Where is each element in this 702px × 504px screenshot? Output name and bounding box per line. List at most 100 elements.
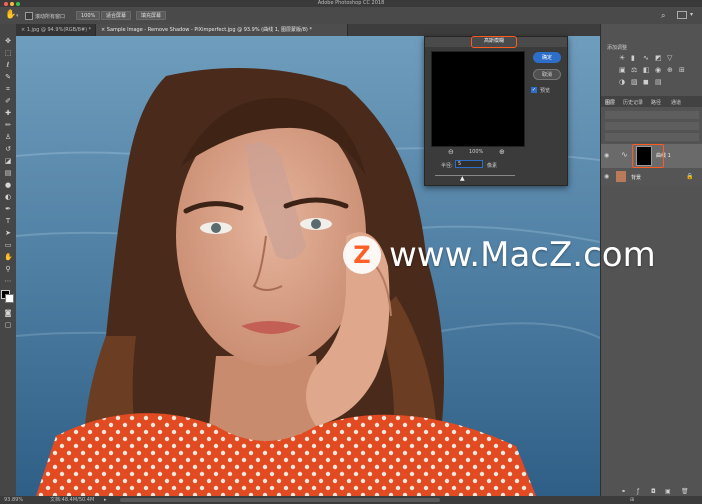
clone-stamp-tool-icon[interactable]: ♙ xyxy=(4,134,12,141)
healing-brush-tool-icon[interactable]: ✚ xyxy=(4,110,12,117)
watermark-text: www.MacZ.com xyxy=(389,235,656,275)
marquee-tool-icon[interactable]: ⬚ xyxy=(4,50,12,57)
visibility-eye-icon[interactable]: ◉ xyxy=(604,173,609,180)
lock-row[interactable] xyxy=(605,133,699,141)
path-select-tool-icon[interactable]: ➤ xyxy=(4,230,12,237)
workspace-chevron-icon[interactable]: ▾ xyxy=(690,11,693,18)
dialog-title: 高斯模糊 xyxy=(471,36,517,48)
shape-tool-icon[interactable]: ▭ xyxy=(4,242,12,249)
status-arrow-icon[interactable]: ▸ xyxy=(104,496,107,504)
lasso-tool-icon[interactable]: ℓ xyxy=(4,62,12,69)
link-layers-icon[interactable]: ⚭ xyxy=(621,488,626,495)
trash-icon[interactable]: 🗑 xyxy=(681,488,689,495)
more-tools-icon[interactable]: ⋯ xyxy=(4,278,12,285)
hue-sat-adjust-icon[interactable]: ▣ xyxy=(619,66,626,74)
cancel-button[interactable]: 取消 xyxy=(533,69,561,80)
tab-document-1[interactable]: × 1.jpg @ 94.9%(RGB/8#) * xyxy=(16,24,96,36)
gradient-map-adjust-icon[interactable]: ▤ xyxy=(655,78,662,86)
curves-adjust-icon[interactable]: ∿ xyxy=(643,54,649,62)
black-white-adjust-icon[interactable]: ◧ xyxy=(643,66,650,74)
fx-icon[interactable]: ƒ xyxy=(637,488,639,495)
adjustment-icons-grid: ☀ ▮ ∿ ◩ ▽ ▣ ⚖ ◧ ◉ ⊕ ⊞ ◑ ▨ ◼ ▤ xyxy=(619,54,699,94)
hand-tool-icon[interactable]: ✋ xyxy=(5,10,16,20)
scroll-all-windows-checkbox[interactable] xyxy=(25,12,33,20)
blur-tool-icon[interactable]: ● xyxy=(4,182,12,189)
radius-label: 半径: xyxy=(441,163,453,169)
status-zoom[interactable]: 93.89% xyxy=(4,496,23,504)
move-tool-icon[interactable]: ✥ xyxy=(4,38,12,45)
scroll-all-windows-label: 滚动所有窗口 xyxy=(35,14,66,20)
color-balance-adjust-icon[interactable]: ⚖ xyxy=(631,66,637,74)
quick-mask-icon[interactable]: ◙ xyxy=(4,310,12,317)
layer-filter-row[interactable] xyxy=(605,111,699,119)
zoom-100-button[interactable]: 100% xyxy=(76,11,101,20)
watermark: Z www.MacZ.com xyxy=(343,232,683,280)
eyedropper-tool-icon[interactable]: ✐ xyxy=(4,98,12,105)
type-tool-icon[interactable]: T xyxy=(4,218,12,225)
background-layer-thumbnail xyxy=(616,171,626,182)
blend-mode-row[interactable] xyxy=(605,122,699,130)
radius-slider-track[interactable] xyxy=(435,175,515,176)
crop-tool-icon[interactable]: ⌗ xyxy=(4,86,12,93)
tab-document-2[interactable]: × Sample Image - Remove Shadow - PiXimpe… xyxy=(96,24,348,36)
layer-name-background: 背景 xyxy=(631,175,642,181)
brush-tool-icon[interactable]: ✏ xyxy=(4,122,12,129)
tab-layers[interactable]: 图层 xyxy=(605,99,615,106)
horizontal-scrollbar[interactable] xyxy=(120,498,440,502)
panel-collapse-icon[interactable]: ⊞ xyxy=(630,496,634,504)
vibrance-adjust-icon[interactable]: ▽ xyxy=(667,54,672,62)
layers-footer: ⚭ ƒ ◘ ▣ 🗑 xyxy=(601,486,702,496)
maximize-window-icon[interactable] xyxy=(16,1,20,6)
mask-highlight-box xyxy=(632,144,664,168)
tool-preset-chevron-icon[interactable]: ▾ xyxy=(16,13,19,19)
zoom-out-icon[interactable]: ⊖ xyxy=(448,148,454,156)
status-document-size: 文档:48.4M/50.4M xyxy=(50,497,95,503)
history-brush-tool-icon[interactable]: ↺ xyxy=(4,146,12,153)
exposure-adjust-icon[interactable]: ◩ xyxy=(655,54,662,62)
screen-mode-icon[interactable]: ▢ xyxy=(4,322,12,329)
curves-layer-icon: ∿ xyxy=(621,150,628,159)
workspace-icon[interactable] xyxy=(677,11,687,19)
ok-button[interactable]: 确定 xyxy=(533,52,561,63)
preview-zoom-value: 100% xyxy=(469,149,484,155)
search-icon[interactable]: ⌕ xyxy=(661,11,665,21)
watermark-logo: Z xyxy=(343,236,381,274)
mask-icon[interactable]: ◘ xyxy=(651,488,656,495)
layer-row-background[interactable]: ◉ 背景 🔒 xyxy=(601,168,702,186)
options-bar: ✋ ▾ 滚动所有窗口 100% 适合屏幕 填充屏幕 ⌕ ▾ xyxy=(0,7,702,25)
gradient-tool-icon[interactable]: ▤ xyxy=(4,170,12,177)
tab-channels[interactable]: 通道 xyxy=(671,99,681,106)
blur-preview-area[interactable] xyxy=(431,51,525,147)
minimize-window-icon[interactable] xyxy=(10,1,14,6)
levels-adjust-icon[interactable]: ▮ xyxy=(631,54,635,62)
visibility-eye-icon[interactable]: ◉ xyxy=(604,152,609,159)
posterize-adjust-icon[interactable]: ▨ xyxy=(631,78,638,86)
lock-icon: 🔒 xyxy=(686,173,694,180)
document-tabs: × 1.jpg @ 94.9%(RGB/8#) * × Sample Image… xyxy=(16,24,600,36)
brightness-adjust-icon[interactable]: ☀ xyxy=(619,54,625,62)
zoom-tool-icon[interactable]: ⚲ xyxy=(4,266,12,273)
new-layer-icon[interactable]: ▣ xyxy=(665,488,671,495)
channel-mixer-adjust-icon[interactable]: ⊕ xyxy=(667,66,673,74)
invert-adjust-icon[interactable]: ◑ xyxy=(619,78,625,86)
tab-history[interactable]: 历史记录 xyxy=(623,99,643,106)
preview-checkbox[interactable]: ✓ xyxy=(531,87,537,93)
preview-label: 预览 xyxy=(540,88,551,94)
threshold-adjust-icon[interactable]: ◼ xyxy=(643,78,649,86)
photo-filter-adjust-icon[interactable]: ◉ xyxy=(655,66,661,74)
dodge-tool-icon[interactable]: ◐ xyxy=(4,194,12,201)
quick-select-tool-icon[interactable]: ✎ xyxy=(4,74,12,81)
radius-input[interactable]: 5 xyxy=(455,160,483,168)
tab-paths[interactable]: 路径 xyxy=(651,99,661,106)
pen-tool-icon[interactable]: ✒ xyxy=(4,206,12,213)
color-lookup-adjust-icon[interactable]: ⊞ xyxy=(679,66,685,74)
app-title: Adobe Photoshop CC 2018 xyxy=(317,0,385,6)
close-window-icon[interactable] xyxy=(4,1,8,6)
fill-screen-button[interactable]: 填充屏幕 xyxy=(136,11,167,20)
fit-screen-button[interactable]: 适合屏幕 xyxy=(101,11,132,20)
zoom-in-icon[interactable]: ⊕ xyxy=(499,148,505,156)
hand-tool-icon[interactable]: ✋ xyxy=(4,254,13,261)
eraser-tool-icon[interactable]: ◪ xyxy=(4,158,12,165)
radius-slider-handle[interactable]: ▲ xyxy=(460,175,465,182)
background-color-swatch[interactable] xyxy=(5,294,14,303)
